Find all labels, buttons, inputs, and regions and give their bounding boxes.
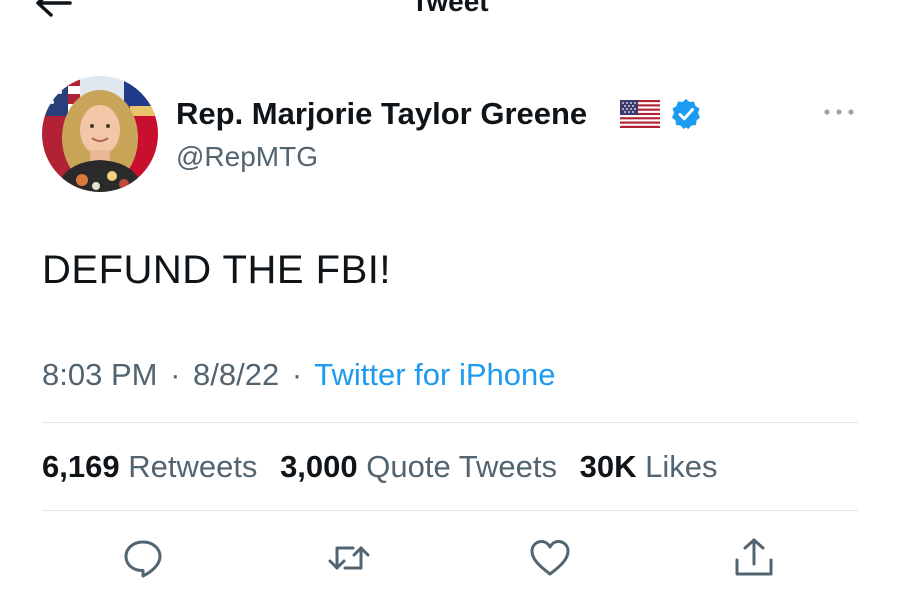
divider — [42, 510, 858, 511]
page-title: Tweet — [411, 0, 489, 17]
tweet-stats: 6,169 Retweets 3,000 Quote Tweets 30K Li… — [42, 448, 731, 486]
retweets-label: Retweets — [128, 449, 258, 484]
meta-separator: · — [170, 357, 181, 392]
reply-icon — [124, 540, 162, 578]
likes-count: 30K — [579, 449, 637, 484]
tweet-source-link[interactable]: Twitter for iPhone — [314, 357, 555, 392]
author-handle[interactable]: @RepMTG — [176, 140, 318, 174]
meta-separator: · — [291, 357, 303, 392]
author-name[interactable]: Rep. Marjorie Taylor Greene — [176, 95, 587, 133]
more-options-icon[interactable] — [822, 104, 856, 120]
quote-tweets-count: 3,000 — [280, 449, 358, 484]
share-button[interactable] — [732, 536, 776, 580]
divider — [42, 422, 858, 423]
tweet-text: DEFUND THE FBI! — [42, 248, 392, 292]
tweet-date: 8/8/22 — [193, 357, 280, 392]
profile-photo — [42, 76, 158, 192]
retweets-count: 6,169 — [42, 449, 120, 484]
tweet-time: 8:03 PM — [42, 357, 158, 392]
quote-tweets-label: Quote Tweets — [366, 449, 557, 484]
likes-label: Likes — [645, 449, 718, 484]
likes-stat[interactable]: 30K Likes — [580, 448, 718, 486]
retweets-stat[interactable]: 6,169 Retweets — [42, 448, 257, 486]
tweet-detail-page: Tweet Rep. Marjorie Taylor Greene @RepMT… — [0, 0, 900, 605]
retweet-icon — [328, 546, 370, 570]
retweet-button[interactable] — [327, 536, 371, 580]
share-icon — [735, 538, 773, 576]
tweet-meta: 8:03 PM · 8/8/22 · Twitter for iPhone — [42, 356, 555, 394]
top-bar: Tweet — [0, 0, 900, 30]
verified-badge-icon — [672, 99, 700, 129]
avatar[interactable] — [42, 76, 158, 192]
like-button[interactable] — [528, 536, 572, 580]
like-icon — [530, 540, 570, 576]
reply-button[interactable] — [121, 536, 165, 580]
us-flag-icon — [620, 100, 660, 128]
quote-tweets-stat[interactable]: 3,000 Quote Tweets — [280, 448, 557, 486]
